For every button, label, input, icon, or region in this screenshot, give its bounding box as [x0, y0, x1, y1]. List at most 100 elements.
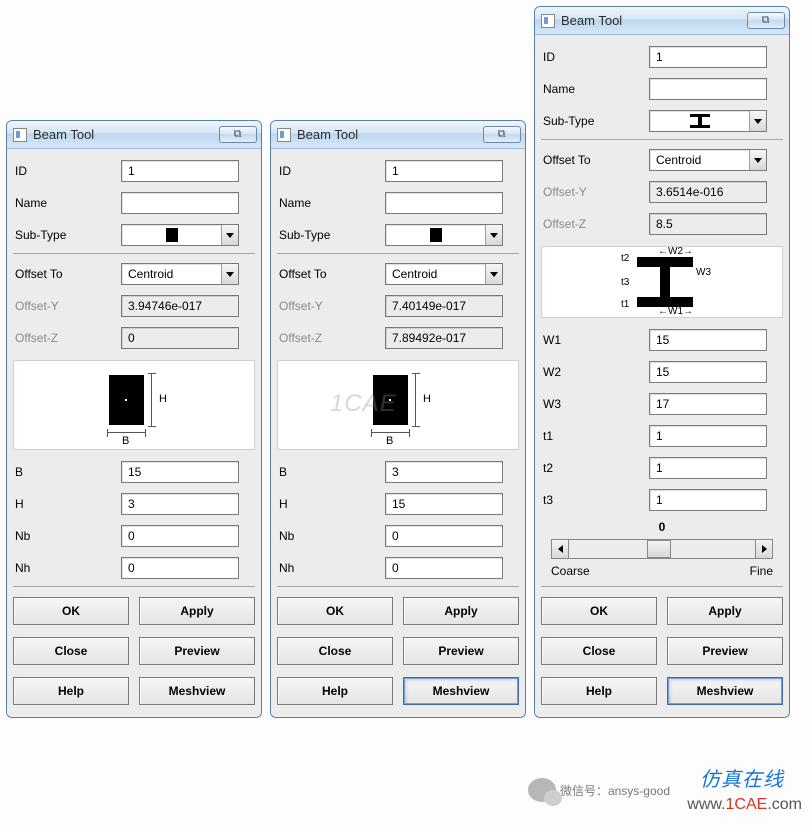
- chevron-down-icon[interactable]: [221, 225, 238, 245]
- chevron-down-icon[interactable]: [221, 264, 238, 284]
- chevron-down-icon[interactable]: [485, 264, 502, 284]
- chevron-down-icon[interactable]: [485, 225, 502, 245]
- Nh-input[interactable]: [385, 557, 503, 579]
- id-input[interactable]: [121, 160, 239, 182]
- app-icon: [277, 128, 291, 142]
- Nh-label: Nh: [277, 561, 385, 575]
- id-input[interactable]: [649, 46, 767, 68]
- name-input[interactable]: [385, 192, 503, 214]
- slider-value: 0: [551, 520, 773, 534]
- Nb-label: Nb: [13, 529, 121, 543]
- t1-label: t1: [541, 429, 649, 443]
- preview-button[interactable]: Preview: [139, 637, 255, 665]
- t2-label: t2: [541, 461, 649, 475]
- name-input[interactable]: [649, 78, 767, 100]
- B-input[interactable]: [121, 461, 239, 483]
- chevron-down-icon[interactable]: [749, 111, 766, 131]
- close-button[interactable]: Close: [13, 637, 129, 665]
- offset-y-label: Offset-Y: [277, 299, 385, 313]
- W1-input[interactable]: [649, 329, 767, 351]
- window-title: Beam Tool: [297, 127, 483, 142]
- H-label: H: [277, 497, 385, 511]
- slider-left-arrow-icon[interactable]: [551, 539, 569, 559]
- dim-B-label: B: [122, 435, 129, 447]
- W2-label: W2: [541, 365, 649, 379]
- close-icon[interactable]: ⧉: [747, 12, 785, 29]
- slider-track[interactable]: [569, 539, 755, 559]
- offset-to-select[interactable]: Centroid: [385, 263, 503, 285]
- W3-input[interactable]: [649, 393, 767, 415]
- subtype-select[interactable]: [121, 224, 239, 246]
- subtype-rect-icon: [386, 228, 485, 242]
- subtype-label: Sub-Type: [541, 114, 649, 128]
- subtype-select[interactable]: [385, 224, 503, 246]
- offset-z-input: [121, 327, 239, 349]
- wechat-label: 微信号：ansys-good: [560, 782, 670, 799]
- help-button[interactable]: Help: [541, 677, 657, 705]
- meshview-button[interactable]: Meshview: [139, 677, 255, 705]
- subtype-label: Sub-Type: [277, 228, 385, 242]
- H-label: H: [13, 497, 121, 511]
- dim-t1-label: t1: [621, 299, 629, 310]
- window-title: Beam Tool: [561, 13, 747, 28]
- dim-H-label: H: [159, 393, 167, 405]
- ok-button[interactable]: OK: [13, 597, 129, 625]
- apply-button[interactable]: Apply: [139, 597, 255, 625]
- offset-z-label: Offset-Z: [541, 217, 649, 231]
- footer-cn: 仿真在线: [700, 763, 784, 792]
- coarse-label: Coarse: [551, 564, 590, 578]
- section-diagram: t2 t3 t1 ←W2→ W3 ←W1→: [541, 246, 783, 318]
- Nb-input[interactable]: [121, 525, 239, 547]
- footer-url: www.1CAE.com: [687, 796, 802, 814]
- t3-input[interactable]: [649, 489, 767, 511]
- fine-label: Fine: [750, 564, 773, 578]
- chevron-down-icon[interactable]: [749, 150, 766, 170]
- id-label: ID: [277, 164, 385, 178]
- close-button[interactable]: Close: [277, 637, 393, 665]
- ok-button[interactable]: OK: [277, 597, 393, 625]
- offset-to-value: Centroid: [650, 153, 749, 167]
- close-icon[interactable]: ⧉: [219, 126, 257, 143]
- window-title: Beam Tool: [33, 127, 219, 142]
- titlebar[interactable]: Beam Tool ⧉: [535, 7, 789, 35]
- slider-right-arrow-icon[interactable]: [755, 539, 773, 559]
- H-input[interactable]: [385, 493, 503, 515]
- mesh-density-slider[interactable]: 0 Coarse Fine: [541, 516, 783, 584]
- t2-input[interactable]: [649, 457, 767, 479]
- titlebar[interactable]: Beam Tool ⧉: [7, 121, 261, 149]
- ok-button[interactable]: OK: [541, 597, 657, 625]
- help-button[interactable]: Help: [277, 677, 393, 705]
- B-label: B: [277, 465, 385, 479]
- H-input[interactable]: [121, 493, 239, 515]
- B-input[interactable]: [385, 461, 503, 483]
- close-button[interactable]: Close: [541, 637, 657, 665]
- close-icon[interactable]: ⧉: [483, 126, 521, 143]
- meshview-button[interactable]: Meshview: [403, 677, 519, 705]
- t1-input[interactable]: [649, 425, 767, 447]
- offset-to-select[interactable]: Centroid: [121, 263, 239, 285]
- apply-button[interactable]: Apply: [667, 597, 783, 625]
- id-input[interactable]: [385, 160, 503, 182]
- meshview-button[interactable]: Meshview: [667, 677, 783, 705]
- beam-tool-window-1: Beam Tool ⧉ ID Name Sub-Type: [6, 120, 262, 718]
- offset-y-label: Offset-Y: [13, 299, 121, 313]
- Nb-input[interactable]: [385, 525, 503, 547]
- app-icon: [13, 128, 27, 142]
- subtype-rect-icon: [122, 228, 221, 242]
- titlebar[interactable]: Beam Tool ⧉: [271, 121, 525, 149]
- apply-button[interactable]: Apply: [403, 597, 519, 625]
- W2-input[interactable]: [649, 361, 767, 383]
- slider-thumb[interactable]: [647, 540, 671, 558]
- name-input[interactable]: [121, 192, 239, 214]
- offset-to-select[interactable]: Centroid: [649, 149, 767, 171]
- offset-y-input: [385, 295, 503, 317]
- offset-y-input: [121, 295, 239, 317]
- beam-tool-window-2: Beam Tool ⧉ ID Name Sub-Type: [270, 120, 526, 718]
- subtype-label: Sub-Type: [13, 228, 121, 242]
- offset-z-label: Offset-Z: [13, 331, 121, 345]
- subtype-select[interactable]: [649, 110, 767, 132]
- preview-button[interactable]: Preview: [403, 637, 519, 665]
- help-button[interactable]: Help: [13, 677, 129, 705]
- Nh-input[interactable]: [121, 557, 239, 579]
- preview-button[interactable]: Preview: [667, 637, 783, 665]
